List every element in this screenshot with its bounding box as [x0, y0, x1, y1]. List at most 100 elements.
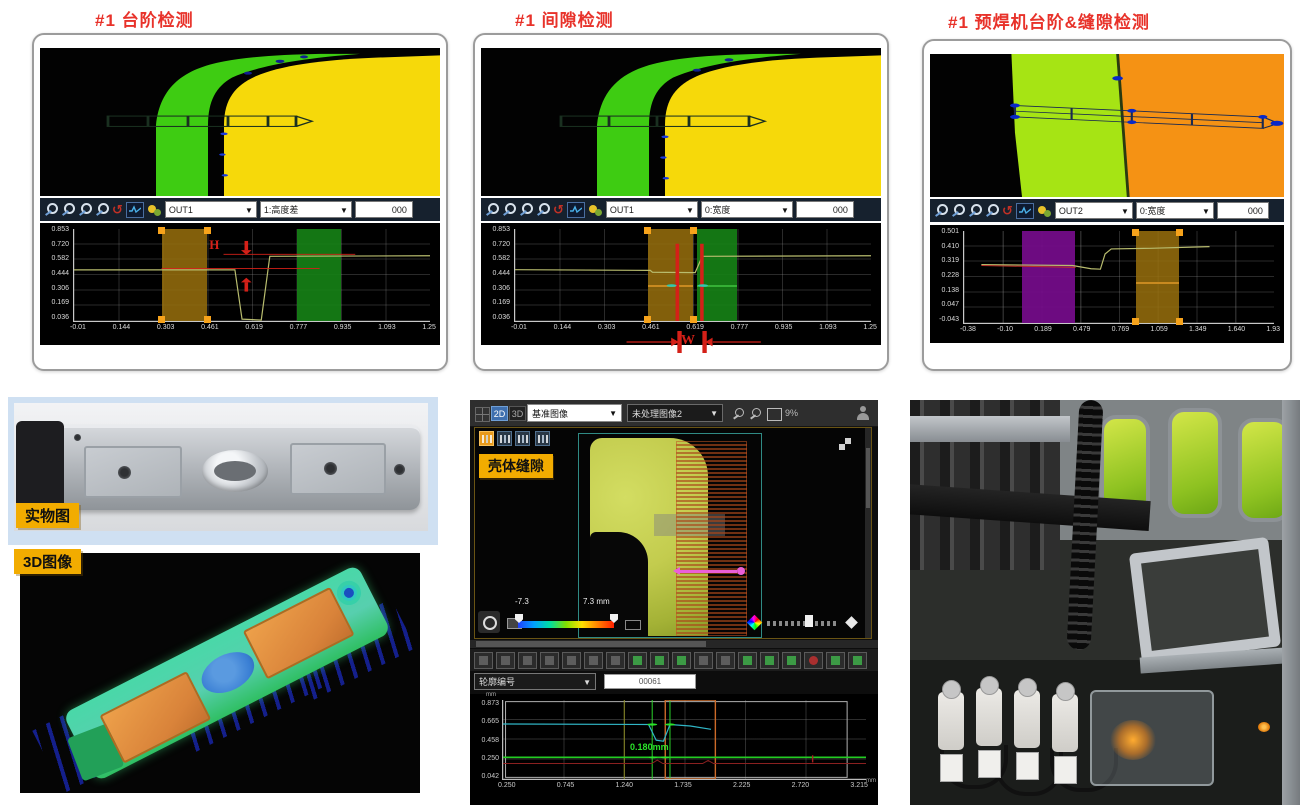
vision-viewer-window: 2D 3D 基准图像 未处理图像2 9% 壳体缝隙 — [470, 400, 878, 805]
chevron-down-icon — [1202, 206, 1210, 216]
profile-tool-icon[interactable] — [497, 431, 512, 446]
fit-view-icon[interactable] — [767, 408, 782, 421]
select-tool-button[interactable] — [474, 652, 493, 669]
measure-width-button[interactable] — [738, 652, 757, 669]
actuator-unit — [938, 692, 964, 750]
inspection-card-preweld: ↺ OUT2 0:宽度 000 0.5010.4100.3190.2280.13… — [922, 39, 1292, 371]
zoom-in-icon[interactable] — [485, 202, 499, 217]
export-button[interactable] — [826, 652, 845, 669]
tick-label: 0.036 — [51, 314, 69, 321]
mode-select[interactable]: 0:宽度 — [1136, 202, 1214, 219]
height-image-tool-icon[interactable] — [479, 431, 494, 446]
arrow-shaft — [677, 570, 737, 573]
measure-height-button[interactable] — [760, 652, 779, 669]
profile-graph-preweld: 0.5010.4100.3190.2280.1380.047-0.043 -0.… — [930, 225, 1284, 343]
mode-select-value: 1:高度差 — [264, 203, 299, 216]
range-icon[interactable] — [625, 620, 641, 630]
profile-number-field[interactable]: 00061 — [604, 674, 696, 689]
horizontal-scrollbar[interactable] — [470, 640, 878, 648]
y-axis-labels: 0.5010.4100.3190.2280.1380.047-0.043 — [932, 228, 959, 323]
panel-title-step: #1 台阶检测 — [95, 6, 194, 31]
zoom-region-icon[interactable] — [536, 202, 550, 217]
zoom-fit-icon[interactable] — [968, 203, 982, 218]
mode-select[interactable]: 0:宽度 — [701, 201, 793, 218]
record-button[interactable] — [804, 652, 823, 669]
edge-button[interactable] — [694, 652, 713, 669]
reset-icon[interactable]: ↺ — [553, 202, 564, 217]
reset-icon[interactable]: ↺ — [1002, 203, 1013, 218]
zoom-in-icon[interactable] — [44, 202, 58, 217]
grid-overlay-button[interactable] — [628, 652, 647, 669]
capture-button[interactable] — [848, 652, 867, 669]
profile-graph-gap: 0.8530.7200.5820.4440.3060.1690.036 — [481, 223, 881, 345]
position-slider-handle[interactable] — [805, 615, 813, 627]
value-box[interactable]: 000 — [796, 201, 854, 218]
zoom-in-icon[interactable] — [733, 408, 745, 421]
x-axis-labels: -0.38-0.100.1890.4790.7691.0591.3491.640… — [960, 326, 1280, 336]
zoom-out-icon[interactable] — [61, 202, 75, 217]
measure-angle-button[interactable] — [782, 652, 801, 669]
measure-tool-icon[interactable] — [535, 431, 550, 446]
profile-line-button[interactable] — [606, 652, 625, 669]
reset-icon[interactable]: ↺ — [112, 202, 123, 217]
x-unit-label: mm — [866, 778, 876, 784]
chevron-down-icon — [1121, 206, 1129, 216]
threed-scan-image — [20, 553, 420, 793]
actuator-unit — [976, 688, 1002, 746]
zoom-out-icon[interactable] — [750, 408, 762, 421]
marker-diamond-icon[interactable] — [845, 616, 858, 629]
color-tool-icon[interactable] — [147, 203, 162, 217]
zoom-region-icon[interactable] — [985, 203, 999, 218]
zoom-region-icon[interactable] — [95, 202, 109, 217]
region-button[interactable] — [650, 652, 669, 669]
height-map-preweld — [930, 54, 1284, 197]
profile-graph-icon[interactable] — [1016, 203, 1034, 219]
mode-select[interactable]: 1:高度差 — [260, 201, 352, 218]
value-box[interactable]: 000 — [1217, 202, 1269, 219]
profile-graph-icon[interactable] — [126, 202, 144, 218]
height-map-gap — [481, 48, 881, 196]
rotate-right-button[interactable] — [562, 652, 581, 669]
processed-image-select[interactable]: 未处理图像2 — [627, 404, 723, 422]
value-box[interactable]: 000 — [355, 201, 413, 218]
zoom-out-icon[interactable] — [951, 203, 965, 218]
vertical-scrollbar[interactable] — [865, 428, 871, 638]
zoom-out-button[interactable] — [518, 652, 537, 669]
tick-label: 1.240 — [615, 782, 633, 789]
area-button[interactable] — [716, 652, 735, 669]
fullscreen-icon[interactable] — [839, 438, 851, 450]
tick-label: 0.138 — [941, 287, 959, 294]
height-map-image-step — [40, 48, 440, 196]
color-scale-button[interactable] — [478, 611, 500, 633]
profile-number-row: 轮廓编号 00061 — [470, 672, 878, 692]
zoom-fit-icon[interactable] — [519, 202, 533, 217]
tick-label: 0.036 — [492, 314, 510, 321]
profile-number-select[interactable]: 轮廓编号 — [474, 673, 596, 690]
tab-3d[interactable]: 3D — [509, 406, 526, 421]
position-slider-track[interactable] — [767, 621, 839, 626]
output-select[interactable]: OUT1 — [606, 201, 698, 218]
grid-view-icon[interactable] — [475, 407, 490, 422]
zoom-fit-icon[interactable] — [78, 202, 92, 217]
user-icon[interactable] — [856, 405, 870, 421]
color-tool-icon[interactable] — [588, 203, 603, 217]
base-image-select[interactable]: 基准图像 — [527, 404, 622, 422]
surface-tool-icon[interactable] — [515, 431, 530, 446]
profile-graph-icon[interactable] — [567, 202, 585, 218]
tick-label: 0.745 — [557, 782, 575, 789]
color-tool-icon[interactable] — [1037, 204, 1052, 218]
tick-label: 2.720 — [792, 782, 810, 789]
zoom-out-icon[interactable] — [502, 202, 516, 217]
slide: #1 台阶检测 #1 间隙检测 #1 预焊机台阶&缝隙检测 — [0, 0, 1300, 805]
zoom-in-icon[interactable] — [934, 203, 948, 218]
measure-toolbar-gap: ↺ OUT1 0:宽度 000 — [481, 198, 881, 221]
zoom-in-button[interactable] — [496, 652, 515, 669]
mask-button[interactable] — [672, 652, 691, 669]
rotate-left-button[interactable] — [540, 652, 559, 669]
tick-label: 0.144 — [113, 324, 131, 334]
output-select[interactable]: OUT1 — [165, 201, 257, 218]
output-select[interactable]: OUT2 — [1055, 202, 1133, 219]
pan-button[interactable] — [584, 652, 603, 669]
tick-label: 0.303 — [157, 324, 175, 334]
tab-2d[interactable]: 2D — [491, 406, 508, 421]
